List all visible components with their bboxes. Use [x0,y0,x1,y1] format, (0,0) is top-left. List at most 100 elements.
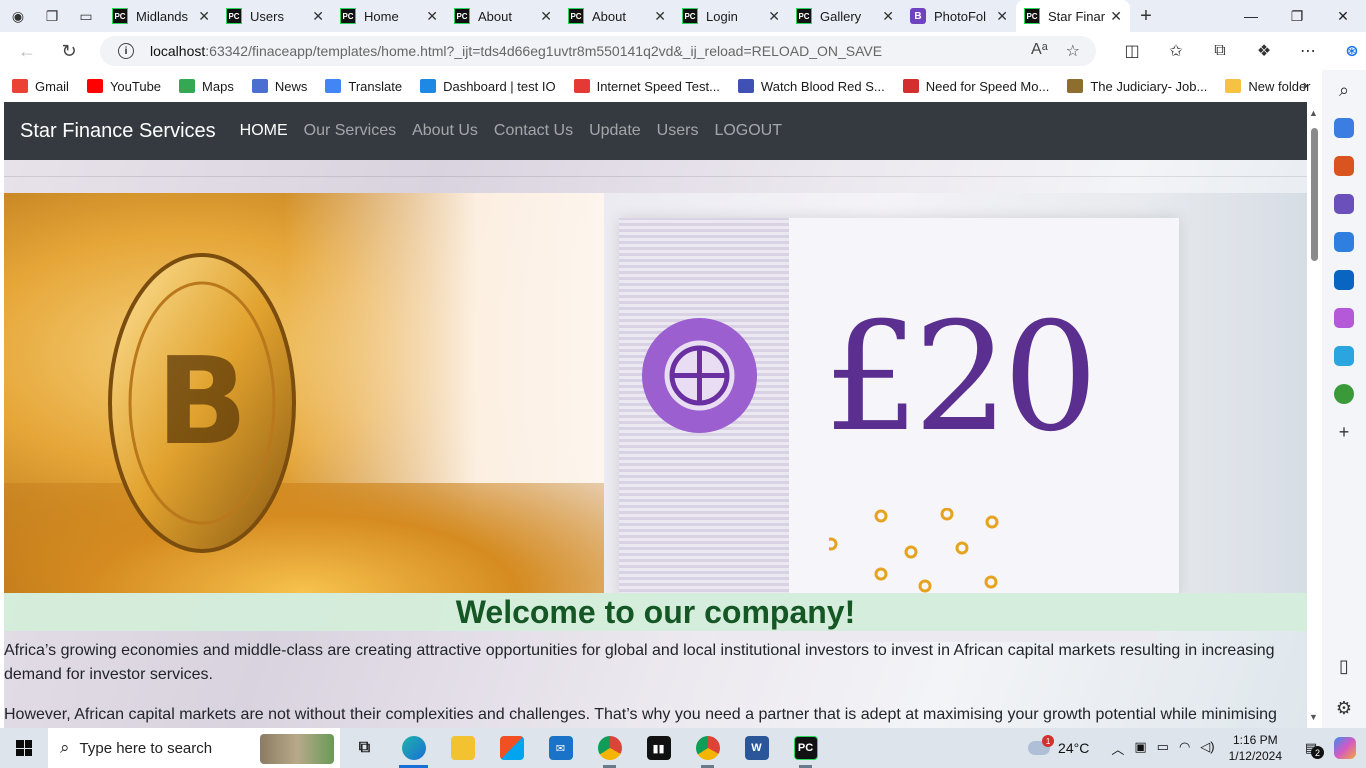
browser-tab[interactable]: PC Gallery ✕ [788,0,902,32]
sidebar-search-icon[interactable]: ⌕ [1334,80,1354,100]
taskbar-stocks[interactable]: ▮▮ [634,728,683,768]
taskbar-word[interactable]: W [732,728,781,768]
page-scrollbar[interactable]: ▲ ▼ [1307,102,1322,728]
taskbar-mail[interactable]: ✉ [536,728,585,768]
clock[interactable]: 1:16 PM 1/12/2024 [1229,732,1282,764]
nav-link-home[interactable]: HOME [240,122,288,140]
taskbar-chrome-2[interactable] [683,728,732,768]
sidebar-outlook-icon[interactable] [1334,270,1354,290]
scroll-up-icon[interactable]: ▲ [1309,108,1318,118]
browser-tab[interactable]: PC About ✕ [446,0,560,32]
browser-tab[interactable]: PC Home ✕ [332,0,446,32]
close-tab-icon[interactable]: ✕ [1110,8,1122,25]
favorites-icon[interactable]: ✩ [1154,36,1198,66]
sidebar-tree-icon[interactable] [1334,384,1354,404]
refresh-icon[interactable]: ↻ [54,36,84,66]
hero-carousel[interactable]: B £20 [4,193,1307,593]
nav-link-logout[interactable]: LOGOUT [714,122,782,140]
close-tab-icon[interactable]: ✕ [882,8,894,25]
bookmark-item[interactable]: Gmail [12,79,69,94]
browser-tab-title: Users [250,8,284,24]
nav-link-our-services[interactable]: Our Services [304,122,396,140]
browser-tab[interactable]: PC About ✕ [560,0,674,32]
taskbar-store[interactable] [487,728,536,768]
sidebar-tools-icon[interactable] [1334,156,1354,176]
workspaces-icon[interactable]: ❐ [42,6,62,26]
close-tab-icon[interactable]: ✕ [654,8,666,25]
bookmark-item[interactable]: News [251,79,307,94]
battery-icon[interactable]: ▭ [1157,739,1169,758]
close-tab-icon[interactable]: ✕ [996,8,1008,25]
start-button[interactable] [0,728,48,768]
close-tab-icon[interactable]: ✕ [198,8,210,25]
nav-link-about-us[interactable]: About Us [412,122,478,140]
bookmark-item[interactable]: Watch Blood Red S... [737,79,885,94]
notification-center-button[interactable]: ▤ 2 [1296,733,1326,763]
sidebar-layout-icon[interactable]: ▯ [1334,656,1354,676]
read-aloud-icon[interactable]: Aᵃ [1031,41,1048,61]
browser-tab[interactable]: PC Login ✕ [674,0,788,32]
chevron-up-icon[interactable]: ︿ [1111,739,1124,758]
scrollbar-thumb[interactable] [1311,128,1318,261]
task-view-button[interactable]: ⧉ [340,728,389,768]
extensions-icon[interactable]: ❖ [1242,36,1286,66]
nav-link-users[interactable]: Users [657,122,699,140]
nav-link-update[interactable]: Update [589,122,641,140]
wifi-icon[interactable]: ◠ [1179,739,1190,758]
tab-actions-icon[interactable]: ▭ [76,6,96,26]
back-icon[interactable]: ← [12,36,42,66]
sidebar-send-icon[interactable] [1334,346,1354,366]
browser-tab[interactable]: PC Midlands ✕ [104,0,218,32]
bookmark-item[interactable]: The Judiciary- Job... [1067,79,1207,94]
sidebar-settings-icon[interactable]: ⚙ [1334,698,1354,718]
minimize-icon[interactable]: — [1228,0,1274,32]
restore-icon[interactable]: ❐ [1274,0,1320,32]
sidebar-add-icon[interactable]: + [1334,422,1354,442]
sidebar-designer-icon[interactable] [1334,308,1354,328]
sidebar-games-icon[interactable] [1334,194,1354,214]
bookmark-item[interactable]: Need for Speed Mo... [902,79,1049,94]
close-tab-icon[interactable]: ✕ [426,8,438,25]
bookmark-item[interactable]: Dashboard | test IO [420,79,556,94]
bookmark-favicon-icon [737,79,754,93]
volume-icon[interactable]: ◁) [1200,739,1214,758]
site-brand[interactable]: Star Finance Services [20,120,216,143]
bookmark-label: Maps [202,78,234,94]
browser-tab[interactable]: PC Users ✕ [218,0,332,32]
site-info-icon[interactable]: i [118,43,134,59]
nav-link-contact-us[interactable]: Contact Us [494,122,573,140]
more-menu-icon[interactable]: ⋯ [1286,36,1330,66]
sidebar-tag-icon[interactable] [1334,118,1354,138]
taskbar-pycharm[interactable]: PC [781,728,830,768]
copilot-icon[interactable]: ⊛ [1330,36,1366,66]
split-screen-icon[interactable]: ◫ [1110,36,1154,66]
taskbar-file-explorer[interactable] [438,728,487,768]
favorite-star-icon[interactable]: ☆ [1066,41,1080,61]
close-tab-icon[interactable]: ✕ [768,8,780,25]
url-input[interactable]: i localhost:63342/finaceapp/templates/ho… [100,36,1096,66]
taskbar-search-input[interactable]: ⌕ Type here to search [48,728,340,768]
meet-now-icon[interactable]: ▣ [1134,739,1146,758]
profile-icon[interactable]: ◉ [8,6,28,26]
collections-icon[interactable]: ⧉ [1198,36,1242,66]
bookmark-label: Translate [348,78,403,94]
close-tab-icon[interactable]: ✕ [312,8,324,25]
weather-badge: 1 [1042,735,1055,747]
taskbar-chrome[interactable] [585,728,634,768]
weather-widget[interactable]: 1 24°C [1028,735,1089,756]
bookmark-item[interactable]: YouTube [86,79,161,94]
taskbar-edge[interactable] [389,728,438,768]
close-window-icon[interactable]: ✕ [1320,0,1366,32]
bookmark-item[interactable]: New folder [1225,79,1311,94]
close-tab-icon[interactable]: ✕ [540,8,552,25]
copilot-taskbar-icon[interactable] [1334,737,1356,759]
new-tab-button[interactable]: + [1130,0,1162,32]
bookmarks-overflow-icon[interactable]: › [1303,77,1308,95]
browser-tab[interactable]: PC Star Finar ✕ [1016,0,1130,32]
bookmark-item[interactable]: Internet Speed Test... [573,79,720,94]
bookmark-item[interactable]: Translate [325,79,402,94]
browser-tab[interactable]: B PhotoFol ✕ [902,0,1016,32]
sidebar-copilot-icon[interactable] [1334,232,1354,252]
scroll-down-icon[interactable]: ▼ [1309,712,1318,722]
bookmark-item[interactable]: Maps [179,79,234,94]
